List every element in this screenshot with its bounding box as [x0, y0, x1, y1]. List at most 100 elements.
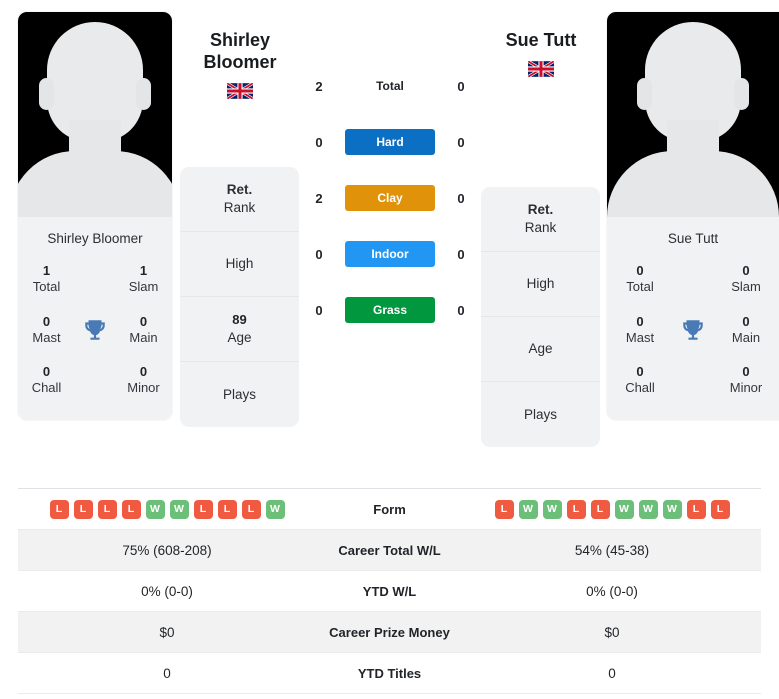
surface-right-count: 0: [457, 78, 465, 94]
stat-label: Minor: [729, 380, 763, 396]
stat-value: 1: [139, 263, 148, 278]
stat-chall-right: 0 Chall: [607, 355, 673, 406]
table-row-ytd-titles: 0 YTD Titles 0: [18, 653, 761, 694]
info-row-age-left: 89 Age: [180, 297, 299, 362]
value-left: 0% (0-0): [141, 583, 193, 599]
form-badge-win: W: [614, 499, 634, 519]
value-right: $0: [604, 624, 620, 640]
surface-label-grass[interactable]: Grass: [345, 297, 435, 323]
avatar-shoulders: [607, 151, 779, 217]
form-badge-loss: L: [566, 499, 586, 519]
table-row-career-prize-money: $0 Career Prize Money $0: [18, 612, 761, 653]
stat-minor-left: 0 Minor: [115, 355, 172, 406]
avatar-ear-right: [136, 78, 151, 110]
stat-label: Main: [731, 329, 761, 345]
stat-label: Main: [129, 329, 158, 345]
surface-right-count: 0: [457, 190, 465, 206]
surface-label-hard[interactable]: Hard: [345, 129, 435, 155]
head-to-head-stats-table: LLLLWWLLLW Form LWWLLWWWLL 75% (608-208)…: [18, 488, 761, 694]
stat-value: 0: [636, 263, 644, 278]
stat-main-right: 0 Main: [713, 305, 779, 356]
info-row-rank-right: Ret. Rank: [481, 187, 600, 252]
info-row-high-left: High: [180, 232, 299, 297]
player-info-card-left: Ret. Rank High 89 Age Plays: [180, 167, 299, 427]
surface-left-count: 2: [315, 78, 323, 94]
titles-grid-left: 1 Total 1 Slam 0 Mast 0 Main 0 Chall 0 M…: [18, 246, 172, 420]
avatar-shoulders: [18, 151, 172, 217]
info-row-high-right: High: [481, 252, 600, 317]
player-comparison-page: Shirley Bloomer 1 Total 1 Slam 0 Mast 0 …: [0, 0, 779, 699]
table-row-form: LLLLWWLLLW Form LWWLLWWWLL: [18, 489, 761, 530]
surface-label-total: Total: [376, 79, 404, 93]
stat-mast-right: 0 Mast: [607, 305, 673, 356]
form-badge-win: W: [542, 499, 562, 519]
info-label: Plays: [222, 386, 256, 402]
row-label: Career Prize Money: [329, 624, 450, 640]
info-row-rank-left: Ret. Rank: [180, 167, 299, 232]
form-strip-right: LWWLLWWWLL: [463, 499, 761, 519]
form-badge-loss: L: [49, 499, 69, 519]
stat-label: Slam: [731, 279, 761, 295]
player-card-right[interactable]: Sue Tutt 0 Total 0 Slam 0 Mast 0 Main 0 …: [607, 12, 779, 420]
surface-title-comparison: 2 Total 0 0 Hard 0 2 Clay 0 0 Indoor 0 0: [306, 58, 474, 338]
surface-right-count: 0: [457, 134, 465, 150]
comparison-top-area: Shirley Bloomer 1 Total 1 Slam 0 Mast 0 …: [0, 0, 779, 472]
form-cell-left: LLLLWWLLLW: [18, 499, 316, 519]
table-row-ytd-wl: 0% (0-0) YTD W/L 0% (0-0): [18, 571, 761, 612]
player-name-left: Shirley Bloomer: [47, 231, 143, 246]
info-row-plays-left: Plays: [180, 362, 299, 427]
surface-left-count: 0: [315, 246, 323, 262]
surface-label-clay[interactable]: Clay: [345, 185, 435, 211]
row-label: YTD W/L: [362, 583, 417, 599]
player-title-right-line1: Sue Tutt: [505, 30, 577, 50]
value-right: 0% (0-0): [586, 583, 638, 599]
row-label-form: Form: [373, 501, 406, 517]
value-left: 0: [163, 665, 171, 681]
player-avatar-right: [607, 12, 779, 217]
stat-value: 0: [139, 313, 148, 329]
stat-slam-right: 0 Slam: [713, 254, 779, 305]
info-label: Age: [227, 329, 252, 345]
surface-label-indoor[interactable]: Indoor: [345, 241, 435, 267]
form-badge-loss: L: [217, 499, 237, 519]
form-cell-right: LWWLLWWWLL: [463, 499, 761, 519]
stat-value: 0: [139, 364, 148, 379]
form-badge-win: W: [265, 499, 285, 519]
info-value: Ret.: [226, 182, 253, 198]
stat-value: 0: [742, 313, 750, 329]
stat-label: Minor: [127, 380, 160, 396]
stat-value: 0: [742, 364, 750, 379]
stat-slam-left: 1 Slam: [115, 254, 172, 305]
stat-main-left: 0 Main: [115, 305, 172, 356]
info-row-plays-right: Plays: [481, 382, 600, 447]
trophy-icon: [673, 317, 713, 343]
value-right: 54% (45-38): [574, 542, 650, 558]
value-left: 75% (608-208): [122, 542, 212, 558]
stat-total-left: 1 Total: [18, 254, 75, 305]
surface-row-hard: 0 Hard 0: [306, 114, 474, 170]
stat-value: 0: [42, 313, 51, 329]
value-left: $0: [159, 624, 175, 640]
player-avatar-left: [18, 12, 172, 217]
form-badge-loss: L: [710, 499, 730, 519]
surface-left-count: 0: [315, 134, 323, 150]
form-badge-loss: L: [241, 499, 261, 519]
surface-row-total: 2 Total 0: [306, 58, 474, 114]
avatar-ear-right: [734, 78, 749, 110]
info-label: Age: [528, 341, 553, 357]
stat-total-right: 0 Total: [607, 254, 673, 305]
form-badge-win: W: [518, 499, 538, 519]
stat-value: 0: [636, 313, 644, 329]
stat-minor-right: 0 Minor: [713, 355, 779, 406]
form-badge-loss: L: [590, 499, 610, 519]
stat-value: 0: [42, 364, 51, 379]
player-title-left-line2: Bloomer: [203, 51, 277, 72]
player-card-left[interactable]: Shirley Bloomer 1 Total 1 Slam 0 Mast 0 …: [18, 12, 172, 420]
info-value: 89: [232, 311, 247, 327]
player-title-left-line1: Shirley: [209, 30, 271, 50]
surface-row-clay: 2 Clay 0: [306, 170, 474, 226]
info-row-age-right: Age: [481, 317, 600, 382]
surface-row-indoor: 0 Indoor 0: [306, 226, 474, 282]
form-badge-loss: L: [97, 499, 117, 519]
row-label: Career Total W/L: [338, 542, 441, 558]
